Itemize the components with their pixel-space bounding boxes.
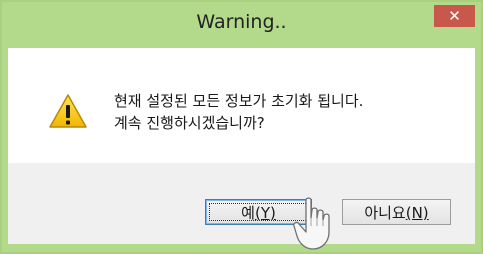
no-button-label: 아니요 [364, 204, 406, 222]
message-line-2: 계속 진행하시겠습니까? [114, 114, 265, 132]
button-bar: 예(Y) 아니요(N) [8, 163, 475, 244]
close-icon: ✕ [448, 7, 461, 25]
title-bar[interactable]: Warning.. ✕ [2, 2, 481, 39]
window-title: Warning.. [196, 11, 287, 33]
message-line-1: 현재 설정된 모든 정보가 초기화 됩니다. [114, 92, 364, 110]
warning-icon [49, 94, 87, 128]
dialog-message: 현재 설정된 모든 정보가 초기화 됩니다. 계속 진행하시겠습니까? [114, 90, 363, 134]
no-button[interactable]: 아니요(N) [342, 199, 451, 225]
mouse-pointer-icon [293, 197, 330, 250]
no-button-accelerator: (N) [405, 204, 429, 222]
close-button[interactable]: ✕ [434, 5, 475, 27]
dialog-content: 현재 설정된 모든 정보가 초기화 됩니다. 계속 진행하시겠습니까? [8, 48, 475, 163]
dialog-window: Warning.. ✕ 현재 설정된 모든 정보가 초기화 됩니다. 계속 진행… [0, 0, 483, 254]
